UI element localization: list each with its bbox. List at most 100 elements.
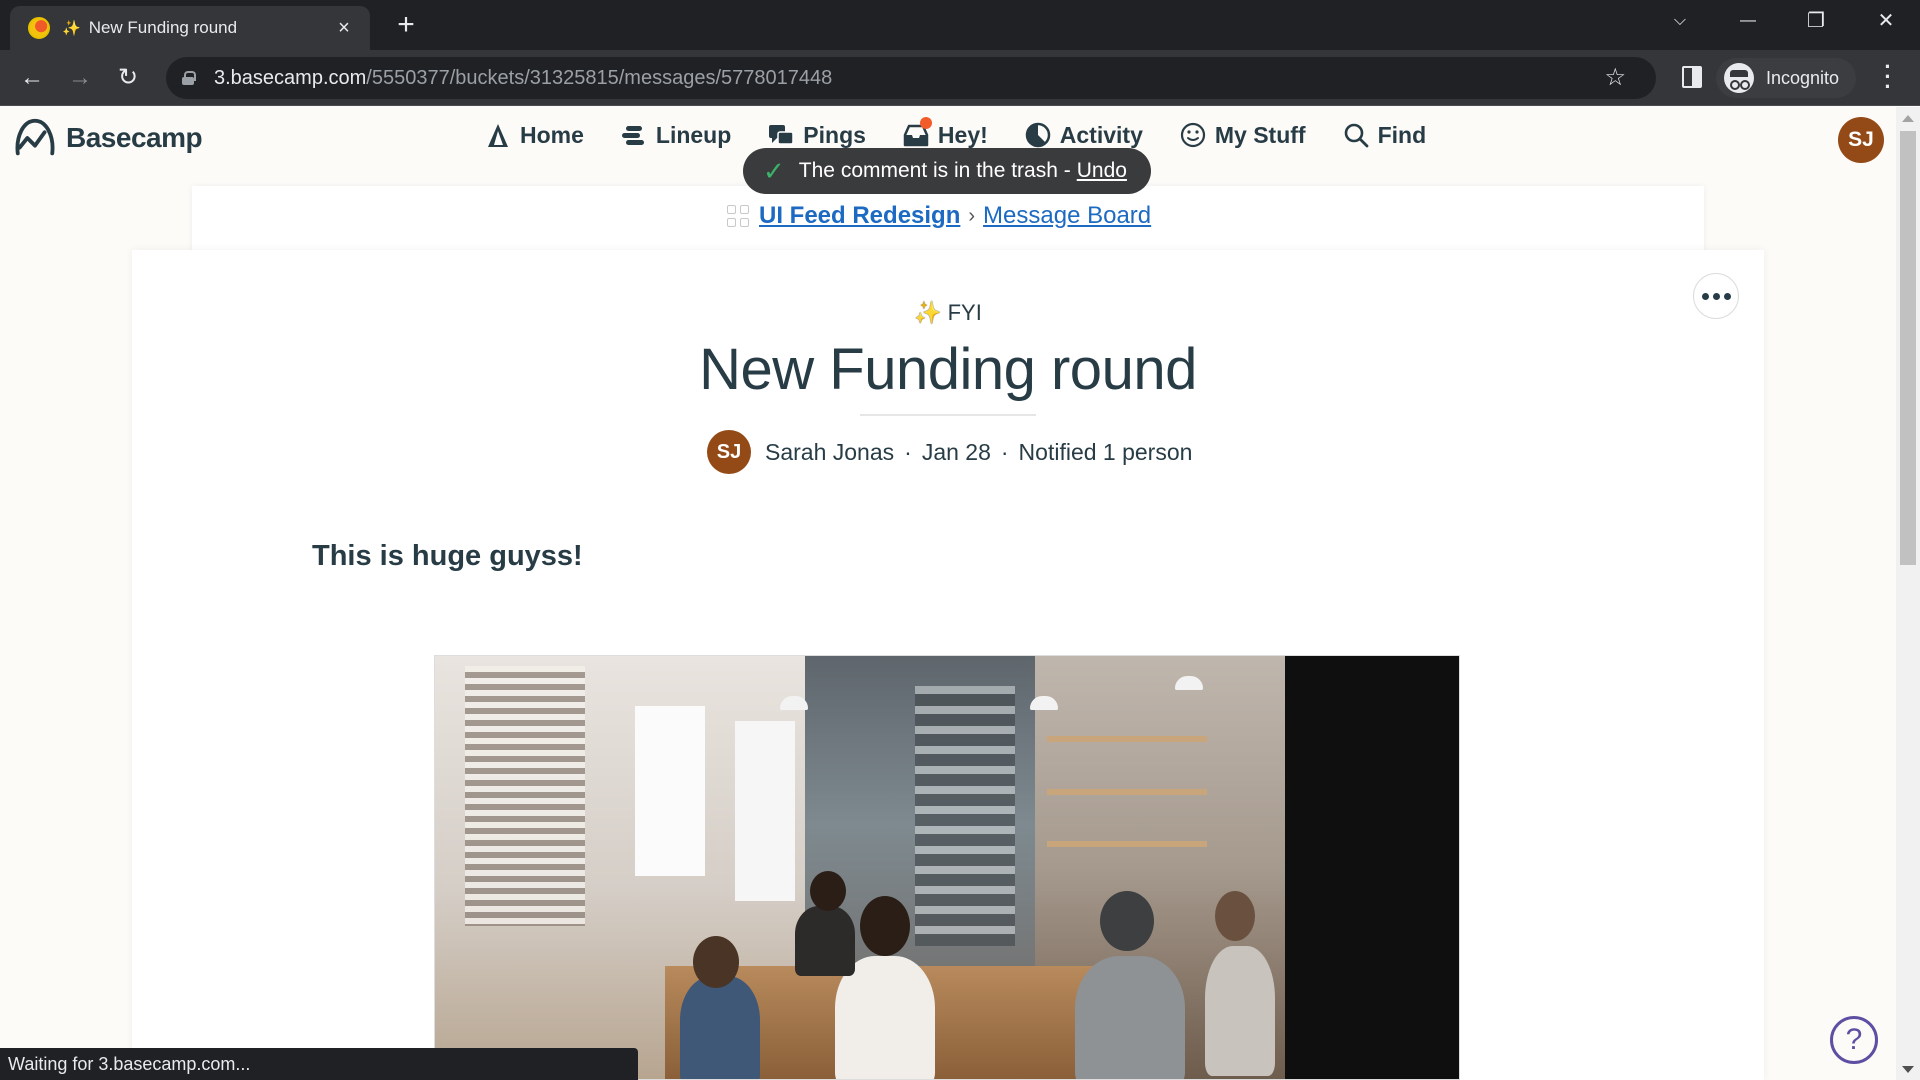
new-tab-button[interactable]: +	[390, 10, 422, 40]
byline-separator: ·	[1000, 438, 1009, 465]
author-avatar[interactable]: SJ	[707, 430, 751, 474]
minimize-button[interactable]: —	[1728, 12, 1768, 30]
breadcrumb-board-link[interactable]: Message Board	[983, 202, 1151, 230]
byline-separator: ·	[904, 438, 912, 465]
restore-button[interactable]: ❐	[1796, 8, 1836, 33]
more-options-button[interactable]	[1693, 273, 1739, 319]
photo-pendant-lamp	[780, 696, 808, 710]
pings-icon	[769, 125, 795, 145]
photo-shelf	[1047, 736, 1207, 742]
photo-person-head	[860, 896, 910, 956]
brand-name: Basecamp	[66, 122, 203, 153]
nav-label: Home	[520, 121, 584, 148]
message-image[interactable]	[434, 655, 1460, 1080]
incognito-icon	[1724, 63, 1754, 93]
nav-find[interactable]: Find	[1342, 121, 1427, 149]
close-window-button[interactable]: ✕	[1866, 8, 1906, 33]
lock-icon[interactable]	[182, 71, 196, 85]
photo-pendant-lamp	[1030, 696, 1058, 710]
nav-lineup[interactable]: Lineup	[620, 121, 731, 149]
photo-glass-reflection	[915, 686, 1015, 946]
photo-person	[1205, 946, 1275, 1076]
message-category: ✨ FYI	[0, 300, 1896, 326]
nav-label: Activity	[1059, 121, 1143, 148]
nav-my-stuff[interactable]: My Stuff	[1179, 121, 1306, 149]
photo-person-head	[810, 871, 846, 911]
back-button[interactable]: ←	[16, 62, 48, 94]
undo-link[interactable]: Undo	[1077, 159, 1127, 183]
nav-home[interactable]: Home	[484, 121, 584, 149]
nav-label: Lineup	[655, 121, 732, 148]
browser-status-bar: Waiting for 3.basecamp.com...	[0, 1048, 638, 1080]
smiley-icon	[1180, 122, 1205, 148]
breadcrumb: UI Feed Redesign › Message Board	[727, 202, 1151, 230]
checkmark-icon: ✓	[763, 155, 785, 186]
nav-label: Find	[1377, 121, 1427, 148]
scrollbar-thumb[interactable]	[1900, 131, 1916, 565]
scroll-up-arrow-icon[interactable]	[1896, 109, 1920, 127]
nav-label: My Stuff	[1214, 121, 1306, 148]
photo-person-head	[1100, 891, 1154, 951]
nav-label: Pings	[803, 121, 866, 148]
breadcrumb-project-link[interactable]: UI Feed Redesign	[759, 202, 960, 230]
message-date: Jan 28	[921, 438, 991, 465]
forward-button[interactable]: →	[64, 62, 96, 94]
trash-toast: ✓ The comment is in the trash - Undo	[743, 148, 1151, 194]
notification-dot	[919, 117, 932, 129]
nav-pings[interactable]: Pings	[767, 121, 866, 149]
message-byline: SJ Sarah Jonas · Jan 28 · Notified 1 per…	[707, 430, 1192, 474]
photo-pendant-lamp	[1175, 676, 1203, 690]
basecamp-logo-icon	[15, 118, 55, 156]
lineup-icon	[621, 126, 644, 145]
photo-person-head	[693, 936, 739, 988]
message-title: New Funding round	[699, 337, 1197, 402]
photo-blinds	[465, 666, 585, 926]
tab-search-icon[interactable]: ⌵	[1660, 12, 1700, 30]
photo-person	[680, 976, 760, 1079]
reload-button[interactable]: ↻	[112, 62, 144, 94]
browser-tab-active[interactable]: ✨ New Funding round ×	[10, 6, 370, 50]
dot	[1712, 292, 1720, 300]
tab-title: New Funding round	[88, 18, 238, 37]
photo-shelf	[1047, 789, 1207, 795]
home-icon	[488, 124, 508, 147]
scroll-down-arrow-icon[interactable]	[1896, 1060, 1920, 1078]
photo-person	[795, 906, 855, 976]
nav-hey[interactable]: Hey!	[902, 117, 988, 149]
incognito-profile-button[interactable]: Incognito	[1716, 58, 1856, 98]
activity-icon	[1025, 122, 1051, 148]
photo-window	[735, 721, 795, 901]
url-host: 3.basecamp.com	[214, 66, 367, 89]
basecamp-favicon-icon	[28, 17, 50, 39]
incognito-label: Incognito	[1766, 67, 1840, 88]
photo-person-head	[1215, 891, 1255, 941]
nav-activity[interactable]: Activity	[1024, 121, 1143, 149]
title-divider	[860, 414, 1036, 416]
page-scrollbar[interactable]	[1896, 107, 1920, 1080]
side-panel-icon[interactable]	[1682, 66, 1702, 88]
message-body-heading: This is huge guyss!	[312, 540, 583, 572]
brand-link[interactable]: Basecamp	[12, 115, 203, 161]
project-grid-icon[interactable]	[727, 205, 749, 227]
photo-person	[1075, 956, 1185, 1079]
url-path: /5550377/buckets/31325815/messages/57780…	[366, 66, 833, 89]
close-tab-icon[interactable]: ×	[332, 17, 356, 40]
bookmark-star-icon[interactable]: ☆	[1604, 63, 1626, 92]
dot	[1723, 292, 1731, 300]
photo-window	[635, 706, 705, 876]
browser-menu-icon[interactable]: · · ·	[1878, 56, 1898, 98]
photo-dark-doorway	[1285, 656, 1459, 1079]
help-button[interactable]: ?	[1830, 1016, 1878, 1064]
breadcrumb-separator: ›	[968, 204, 976, 227]
search-icon	[1344, 123, 1368, 148]
main-nav: Home Lineup Pings Hey! Activity My Stuff…	[484, 117, 1462, 149]
photo-shelf	[1047, 841, 1207, 847]
author-name: Sarah Jonas	[765, 438, 895, 465]
toast-message: The comment is in the trash -	[798, 159, 1071, 182]
dot	[1701, 292, 1709, 300]
address-bar[interactable]: 3.basecamp.com/5550377/buckets/31325815/…	[166, 57, 1656, 99]
user-avatar[interactable]: SJ	[1838, 117, 1884, 163]
notified-count[interactable]: Notified 1 person	[1019, 439, 1193, 466]
sparkles-icon: ✨	[914, 300, 942, 325]
browser-toolbar: ← → ↻ 3.basecamp.com/5550377/buckets/313…	[0, 50, 1920, 106]
